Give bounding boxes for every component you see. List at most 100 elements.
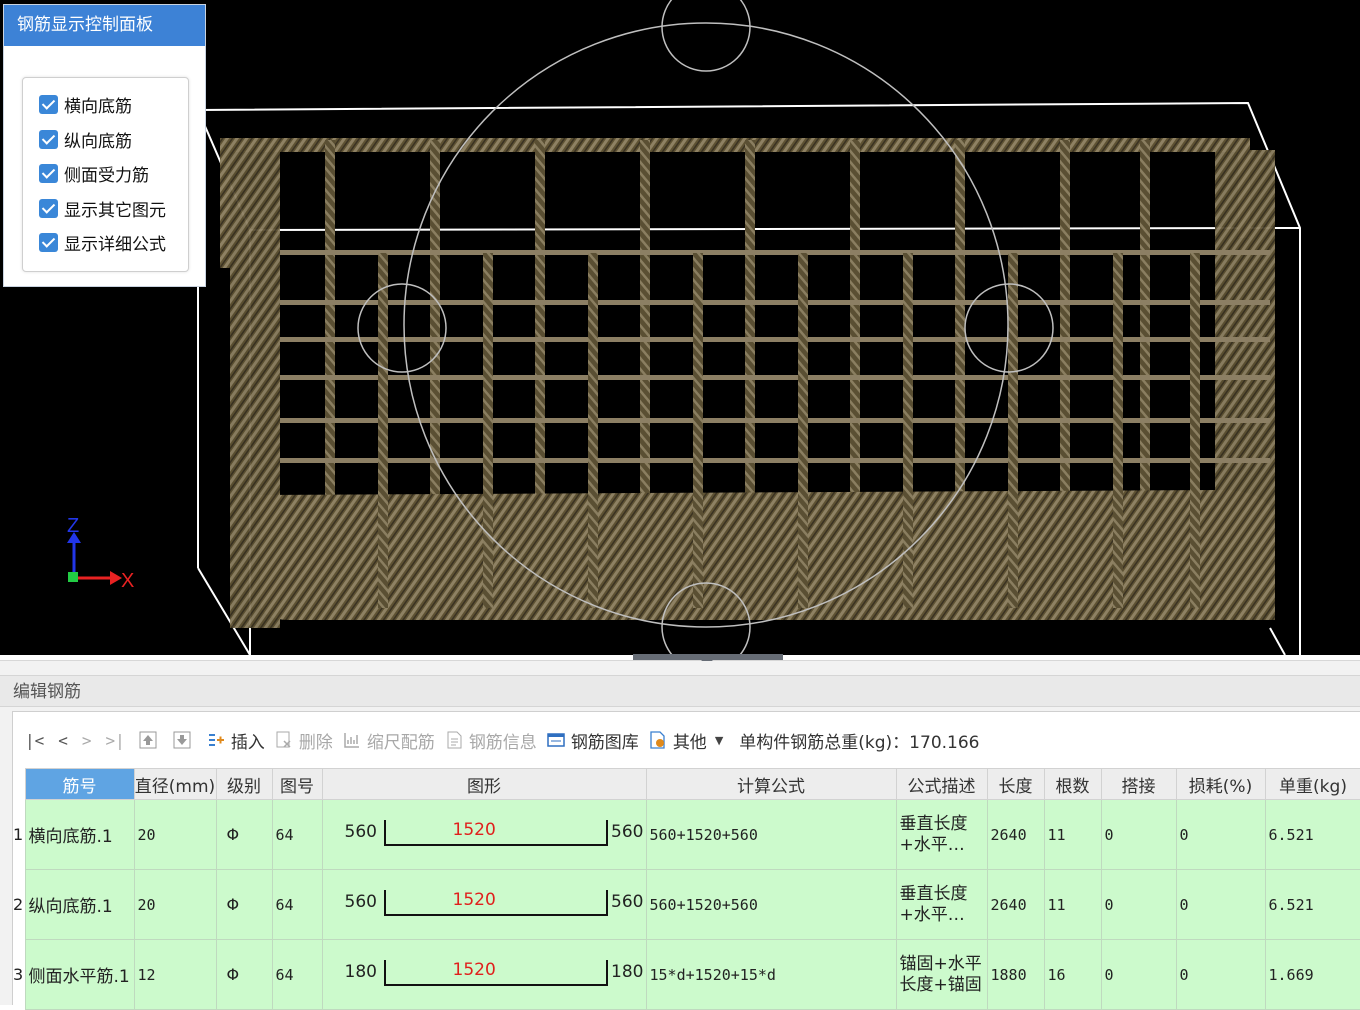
count-cell[interactable]: 16 xyxy=(1043,939,1102,1010)
scale-icon xyxy=(344,733,359,748)
delete-icon xyxy=(276,731,291,748)
loss-cell[interactable]: 0 xyxy=(1175,869,1266,940)
insert-icon xyxy=(208,734,224,746)
unit-weight-cell[interactable]: 6.521 xyxy=(1264,869,1360,940)
diameter-cell[interactable]: 20 xyxy=(133,869,217,940)
dropdown-arrow-icon: ▼ xyxy=(714,733,724,747)
option-show-detailed-formula[interactable]: 显示详细公式 xyxy=(39,230,166,255)
last-record-button[interactable]: >| xyxy=(106,731,125,750)
checkbox-checked-icon[interactable] xyxy=(39,232,58,252)
shape-cell[interactable]: 180 1520 180 xyxy=(321,939,647,1010)
shape-left-value: 560 xyxy=(344,822,377,842)
row-number-header xyxy=(13,768,25,800)
shape-cell[interactable]: 560 1520 560 xyxy=(321,869,647,940)
bar-name-cell[interactable]: 侧面水平筋.1 xyxy=(24,939,135,1010)
other-dropdown[interactable]: 其他 ▼ xyxy=(649,728,723,753)
shape-mid-value: 1520 xyxy=(452,820,496,840)
loss-cell[interactable]: 0 xyxy=(1175,799,1266,870)
column-header[interactable]: 搭接 xyxy=(1100,768,1177,800)
table-row[interactable]: 2 纵向底筋.1 20 Φ 64 560 1520 560 560+1520+5… xyxy=(13,869,1360,940)
row-number: 2 xyxy=(13,869,25,940)
diameter-cell[interactable]: 20 xyxy=(133,799,217,870)
prev-record-button[interactable]: < xyxy=(58,731,68,750)
shape-cell[interactable]: 560 1520 560 xyxy=(321,799,647,870)
rebar-toolbar: |< < > >| 插入 删除 缩尺配筋 钢筋信息 钢筋图库 其他 ▼ 单构件钢… xyxy=(13,712,1360,768)
library-icon xyxy=(547,733,565,747)
option-longitudinal-bottom-bar[interactable]: 纵向底筋 xyxy=(39,127,132,152)
move-down-button[interactable] xyxy=(173,731,197,749)
diameter-cell[interactable]: 12 xyxy=(133,939,217,1010)
option-side-stressed-bar[interactable]: 侧面受力筋 xyxy=(39,161,149,186)
option-label: 纵向底筋 xyxy=(64,131,132,152)
count-cell[interactable]: 11 xyxy=(1043,869,1102,940)
insert-button[interactable]: 插入 xyxy=(207,728,265,753)
row-number: 3 xyxy=(13,939,25,1010)
bar-name-cell[interactable]: 横向底筋.1 xyxy=(24,799,135,870)
rebar-3d-viewport[interactable]: Z X 钢筋显示控制面板 横向底筋 纵向底筋 侧面受力筋 显示其它图元 显示详细… xyxy=(0,0,1360,655)
delete-button[interactable]: 删除 xyxy=(275,728,333,753)
table-header-row: 筋号 直径(mm) 级别 图号 图形 计算公式 公式描述 长度 根数 搭接 损耗… xyxy=(13,768,1360,800)
checkbox-checked-icon[interactable] xyxy=(39,94,58,114)
option-label: 显示详细公式 xyxy=(64,234,166,255)
option-label: 侧面受力筋 xyxy=(64,165,149,186)
lap-cell[interactable]: 0 xyxy=(1100,869,1177,940)
formula-cell[interactable]: 560+1520+560 xyxy=(645,799,897,870)
bar-name-cell[interactable]: 纵向底筋.1 xyxy=(24,869,135,940)
rebar-info-button[interactable]: 钢筋信息 xyxy=(445,728,537,753)
figure-number-cell[interactable]: 64 xyxy=(271,869,323,940)
column-header[interactable]: 筋号 xyxy=(24,768,135,800)
column-header[interactable]: 级别 xyxy=(215,768,273,800)
option-transverse-bottom-bar[interactable]: 横向底筋 xyxy=(39,92,132,117)
move-up-button[interactable] xyxy=(139,731,163,749)
column-header[interactable]: 图号 xyxy=(271,768,323,800)
unit-weight-cell[interactable]: 6.521 xyxy=(1264,799,1360,870)
length-cell[interactable]: 2640 xyxy=(986,799,1045,870)
unit-weight-cell[interactable]: 1.669 xyxy=(1264,939,1360,1010)
length-cell[interactable]: 2640 xyxy=(986,869,1045,940)
shape-right-value: 560 xyxy=(611,822,644,842)
rebar-library-button[interactable]: 钢筋图库 xyxy=(547,728,639,753)
shape-mid-value: 1520 xyxy=(452,960,496,980)
grade-cell[interactable]: Φ xyxy=(215,799,273,870)
rebar-library-label: 钢筋图库 xyxy=(570,732,639,753)
table-row[interactable]: 3 侧面水平筋.1 12 Φ 64 180 1520 180 15*d+1520… xyxy=(13,939,1360,1010)
column-header[interactable]: 根数 xyxy=(1043,768,1102,800)
scale-rebar-button[interactable]: 缩尺配筋 xyxy=(343,728,435,753)
cage-back-rim xyxy=(220,138,1250,268)
checkbox-checked-icon[interactable] xyxy=(39,198,58,218)
checkbox-checked-icon[interactable] xyxy=(39,163,58,183)
figure-number-cell[interactable]: 64 xyxy=(271,939,323,1010)
column-header[interactable]: 长度 xyxy=(986,768,1045,800)
formula-cell[interactable]: 15*d+1520+15*d xyxy=(645,939,897,1010)
total-weight-text: 单构件钢筋总重(kg)：170.166 xyxy=(739,732,980,753)
first-record-button[interactable]: |< xyxy=(25,731,44,750)
column-header[interactable]: 损耗(%) xyxy=(1175,768,1266,800)
loss-cell[interactable]: 0 xyxy=(1175,939,1266,1010)
formula-cell[interactable]: 560+1520+560 xyxy=(645,869,897,940)
rebar-shape-diagram: 180 1520 180 xyxy=(323,940,646,1009)
column-header[interactable]: 直径(mm) xyxy=(133,768,217,800)
grade-cell[interactable]: Φ xyxy=(215,939,273,1010)
column-header[interactable]: 图形 xyxy=(321,768,647,800)
lap-cell[interactable]: 0 xyxy=(1100,799,1177,870)
control-panel-title: 钢筋显示控制面板 xyxy=(4,5,205,46)
length-cell[interactable]: 1880 xyxy=(986,939,1045,1010)
checkbox-checked-icon[interactable] xyxy=(39,129,58,149)
count-cell[interactable]: 11 xyxy=(1043,799,1102,870)
rebar-info-label: 钢筋信息 xyxy=(468,732,537,753)
z-axis-label: Z xyxy=(67,515,79,537)
column-header[interactable]: 计算公式 xyxy=(645,768,897,800)
rebar-display-control-panel: 钢筋显示控制面板 横向底筋 纵向底筋 侧面受力筋 显示其它图元 显示详细公式 xyxy=(3,4,206,287)
lap-cell[interactable]: 0 xyxy=(1100,939,1177,1010)
formula-description-cell[interactable]: 垂直长度+水平… xyxy=(895,869,988,940)
table-row[interactable]: 1 横向底筋.1 20 Φ 64 560 1520 560 560+1520+5… xyxy=(13,799,1360,870)
column-header[interactable]: 单重(kg) xyxy=(1264,768,1360,800)
next-record-button[interactable]: > xyxy=(82,731,92,750)
formula-description-cell[interactable]: 垂直长度+水平… xyxy=(895,799,988,870)
formula-description-cell[interactable]: 锚固+水平长度+锚固 xyxy=(895,939,988,1010)
grade-cell[interactable]: Φ xyxy=(215,869,273,940)
column-header[interactable]: 公式描述 xyxy=(895,768,988,800)
shape-left-value: 560 xyxy=(344,892,377,912)
figure-number-cell[interactable]: 64 xyxy=(271,799,323,870)
option-show-other-elements[interactable]: 显示其它图元 xyxy=(39,196,166,221)
